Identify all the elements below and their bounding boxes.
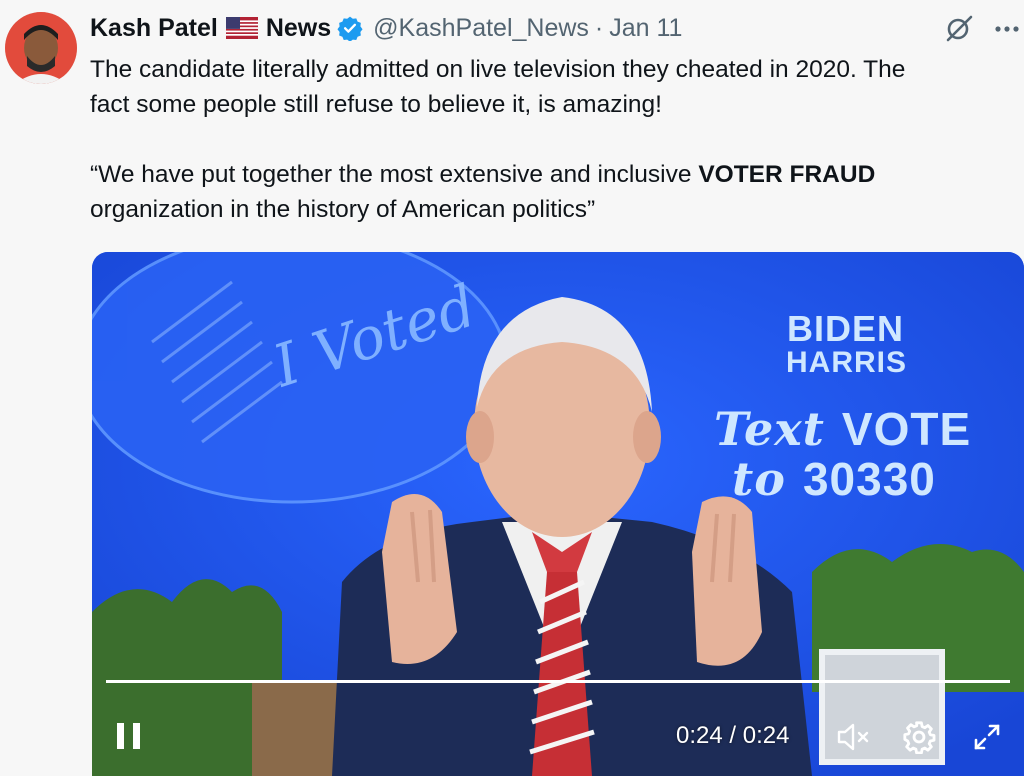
separator-dot: · (594, 13, 604, 42)
mute-button[interactable] (836, 722, 872, 757)
progress-bar[interactable] (106, 680, 1010, 683)
sign-number: 30330 (802, 453, 936, 505)
verified-badge-icon (337, 15, 363, 41)
quote-line-2: organization in the history of American … (90, 196, 596, 223)
avatar[interactable] (5, 12, 77, 84)
sign-vote-word: VOTE (841, 403, 972, 455)
tweet-line-2: fact some people still refuse to believe… (90, 91, 662, 118)
sign-harris: HARRIS (786, 346, 908, 379)
settings-button[interactable] (902, 720, 936, 759)
tweet-date[interactable]: Jan 11 (609, 14, 682, 43)
quote-bold-text: VOTER FRAUD (698, 161, 876, 188)
sign-to-word: to (732, 452, 786, 506)
sign-text-vote: Text VOTE (714, 402, 971, 456)
fullscreen-button[interactable] (972, 722, 1002, 757)
sign-text-word: Text (714, 402, 825, 456)
author-name[interactable]: Kash Patel (90, 14, 218, 43)
video-controls: 0:24 / 0:24 (92, 702, 1024, 772)
sign-biden: BIDEN (787, 308, 905, 349)
video-player[interactable]: I Voted BIDEN HARRIS Text VOTE to 30330 (92, 252, 1024, 776)
tweet-header: Kash Patel News @KashPatel_News · Jan 11 (90, 10, 1014, 46)
grok-icon[interactable] (944, 13, 974, 48)
time-label: 0:24 / 0:24 (676, 722, 790, 749)
quote-line-1: “We have put together the most extensive… (90, 157, 1022, 192)
pause-button[interactable] (114, 720, 144, 752)
pause-icon (117, 723, 140, 749)
more-icon[interactable] (994, 20, 1020, 38)
author-handle[interactable]: @KashPatel_News (373, 14, 589, 43)
sign-to-number: to 30330 (732, 452, 936, 506)
progress-fill (106, 680, 1010, 683)
avatar-image (5, 12, 77, 84)
us-flag-icon (225, 17, 258, 39)
tweet-text: The candidate literally admitted on live… (90, 52, 1022, 227)
gear-icon (903, 721, 936, 755)
tweet-line-1: The candidate literally admitted on live… (90, 56, 906, 83)
quote-text-open: “We have put together the most extensive… (90, 161, 699, 188)
mute-icon (837, 723, 869, 751)
fullscreen-icon (974, 724, 1000, 750)
author-name-suffix[interactable]: News (266, 14, 331, 43)
